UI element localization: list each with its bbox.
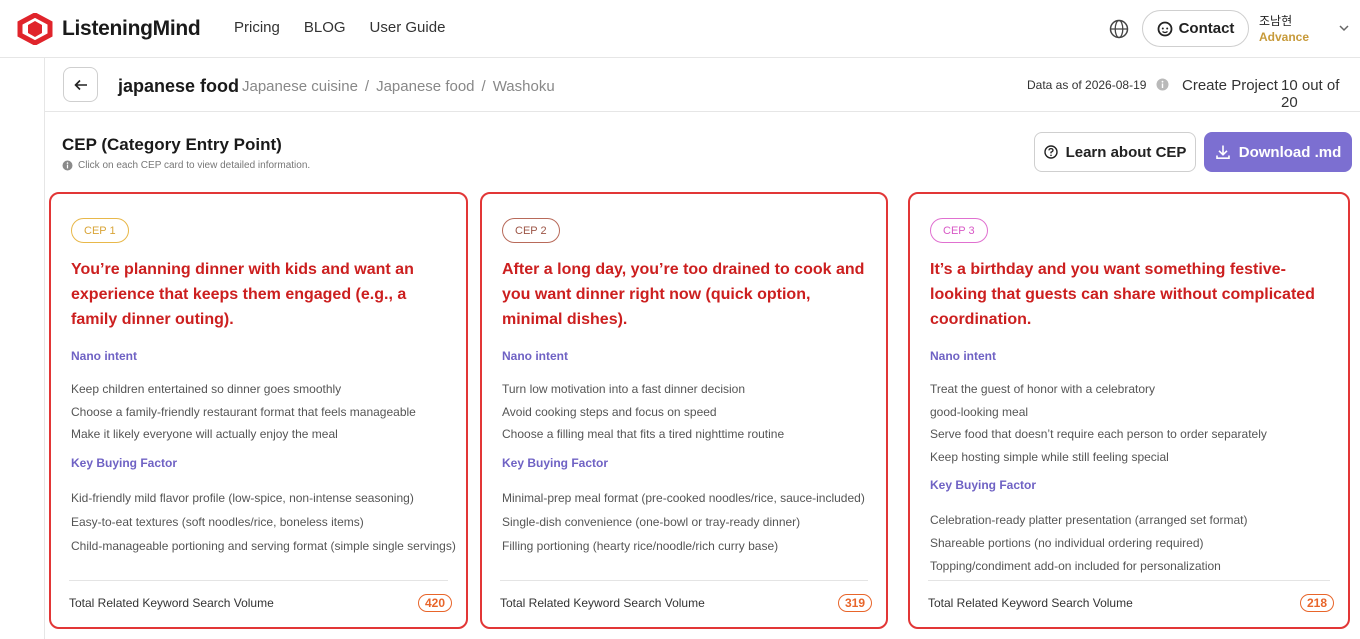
card-divider xyxy=(928,580,1330,581)
cep-badge: CEP 1 xyxy=(71,218,129,243)
nano-intent-label: Nano intent xyxy=(930,349,996,363)
section-hint-text: Click on each CEP card to view detailed … xyxy=(78,160,311,171)
crumb-japanese-cuisine[interactable]: Japanese cuisine xyxy=(242,78,358,95)
card-divider xyxy=(69,580,448,581)
key-buying-factor-label: Key Buying Factor xyxy=(502,456,609,470)
key-buying-factor-list: Celebration-ready platter presentation (… xyxy=(930,509,1338,578)
search-volume-badge: 319 xyxy=(837,594,872,612)
search-volume-label: Total Related Keyword Search Volume xyxy=(928,596,1133,610)
search-volume-label: Total Related Keyword Search Volume xyxy=(500,596,705,610)
headset-icon xyxy=(1157,21,1172,36)
download-icon xyxy=(1215,145,1230,159)
brand-logo-icon xyxy=(17,13,53,45)
cep-badge: CEP 3 xyxy=(930,218,988,243)
info-icon[interactable] xyxy=(1156,78,1169,91)
key-buying-factor-label: Key Buying Factor xyxy=(71,456,178,470)
list-item: Avoid cooking steps and focus on speed xyxy=(502,404,717,419)
list-item: Kid-friendly mild flavor profile (low-sp… xyxy=(71,491,414,505)
list-item: Easy-to-eat textures (soft noodles/rice,… xyxy=(71,515,364,529)
list-item: Celebration-ready platter presentation (… xyxy=(930,513,1248,527)
crumb-separator: / xyxy=(364,78,370,95)
project-quota: 10 out of 20 xyxy=(1281,77,1340,111)
info-icon xyxy=(62,160,73,171)
cep-badge: CEP 2 xyxy=(502,218,560,243)
contact-button[interactable]: Contact xyxy=(1142,10,1249,47)
nano-intent-list: Treat the guest of honor with a celebrat… xyxy=(930,378,1338,468)
list-item: good-looking meal xyxy=(930,404,1029,419)
nano-intent-label: Nano intent xyxy=(71,349,137,363)
crumb-washoku[interactable]: Washoku xyxy=(493,78,555,95)
contact-label: Contact xyxy=(1178,20,1235,37)
download-md-button[interactable]: Download .md xyxy=(1204,132,1352,172)
list-item: Make it likely everyone will actually en… xyxy=(71,427,338,441)
key-buying-factor-list: Kid-friendly mild flavor profile (low-sp… xyxy=(71,486,456,558)
create-project-link[interactable]: Create Project xyxy=(1182,77,1278,94)
search-volume-label: Total Related Keyword Search Volume xyxy=(69,596,274,610)
list-item: Choose a filling meal that fits a tired … xyxy=(502,427,785,441)
breadcrumb: Japanese cuisine / Japanese food / Washo… xyxy=(242,78,555,95)
section-title: CEP (Category Entry Point) xyxy=(62,135,282,154)
nano-intent-list: Keep children entertained so dinner goes… xyxy=(71,378,456,446)
list-item: Keep hosting simple while still feeling … xyxy=(930,449,1169,464)
keyword-title: japanese food xyxy=(118,76,240,96)
list-item: Filling portioning (hearty rice/noodle/r… xyxy=(502,539,779,553)
crumb-japanese-food[interactable]: Japanese food xyxy=(376,78,474,95)
nav-blog[interactable]: BLOG xyxy=(304,19,346,36)
list-item: Single-dish convenience (one-bowl or tra… xyxy=(502,515,801,529)
search-volume-badge: 420 xyxy=(417,594,452,612)
list-item: Choose a family-friendly restaurant form… xyxy=(71,404,416,419)
keyword-header: japanese food Japanese cuisine / Japanes… xyxy=(45,58,1360,112)
nav-user-guide[interactable]: User Guide xyxy=(370,19,446,36)
cep-card-1[interactable]: CEP 1 You’re planning dinner with kids a… xyxy=(49,192,468,629)
brand-logo[interactable]: ListeningMind xyxy=(16,13,201,45)
brand-name: ListeningMind xyxy=(62,17,201,40)
user-tier: Advance xyxy=(1259,30,1310,44)
list-item: Shareable portions (no individual orderi… xyxy=(930,536,1204,550)
download-label: Download .md xyxy=(1238,143,1342,161)
key-buying-factor-list: Minimal-prep meal format (pre-cooked noo… xyxy=(502,486,876,558)
user-menu[interactable]: 조남현 Advance xyxy=(1259,13,1309,45)
list-item: Topping/condiment add-on included for pe… xyxy=(930,559,1221,573)
help-circle-icon xyxy=(1043,145,1058,159)
list-item: Treat the guest of honor with a celebrat… xyxy=(930,382,1156,396)
learn-about-cep-button[interactable]: Learn about CEP xyxy=(1034,132,1196,172)
arrow-left-icon xyxy=(73,79,87,90)
cep-card-3[interactable]: CEP 3 It’s a birthday and you want somet… xyxy=(908,192,1350,629)
left-rail-divider xyxy=(44,58,45,639)
search-volume-badge: 218 xyxy=(1299,594,1334,612)
back-button[interactable] xyxy=(63,67,98,102)
nano-intent-list: Turn low motivation into a fast dinner d… xyxy=(502,378,876,446)
globe-icon[interactable] xyxy=(1108,18,1130,40)
key-buying-factor-label: Key Buying Factor xyxy=(930,478,1037,492)
data-as-of: Data as of 2026-08-19 xyxy=(1027,78,1147,92)
list-item: Keep children entertained so dinner goes… xyxy=(71,382,342,396)
nav-pricing[interactable]: Pricing xyxy=(234,19,280,36)
section-hint: Click on each CEP card to view detailed … xyxy=(62,160,310,171)
learn-label: Learn about CEP xyxy=(1065,143,1187,161)
list-item: Turn low motivation into a fast dinner d… xyxy=(502,382,746,396)
nav-links: Pricing BLOG User Guide xyxy=(234,19,445,36)
chevron-down-icon[interactable] xyxy=(1338,22,1350,34)
cep-title: You’re planning dinner with kids and wan… xyxy=(71,261,414,328)
card-divider xyxy=(500,580,868,581)
cep-title: After a long day, you’re too drained to … xyxy=(502,261,865,328)
cep-card-2[interactable]: CEP 2 After a long day, you’re too drain… xyxy=(480,192,888,629)
cep-title: It’s a birthday and you want something f… xyxy=(930,261,1315,328)
crumb-separator: / xyxy=(481,78,486,95)
top-nav: ListeningMind Pricing BLOG User Guide Co… xyxy=(0,0,1360,58)
list-item: Serve food that doesn’t require each per… xyxy=(930,427,1267,441)
nano-intent-label: Nano intent xyxy=(502,349,568,363)
list-item: Minimal-prep meal format (pre-cooked noo… xyxy=(502,491,865,505)
user-name: 조남현 xyxy=(1259,14,1293,28)
list-item: Child-manageable portioning and serving … xyxy=(71,539,456,553)
